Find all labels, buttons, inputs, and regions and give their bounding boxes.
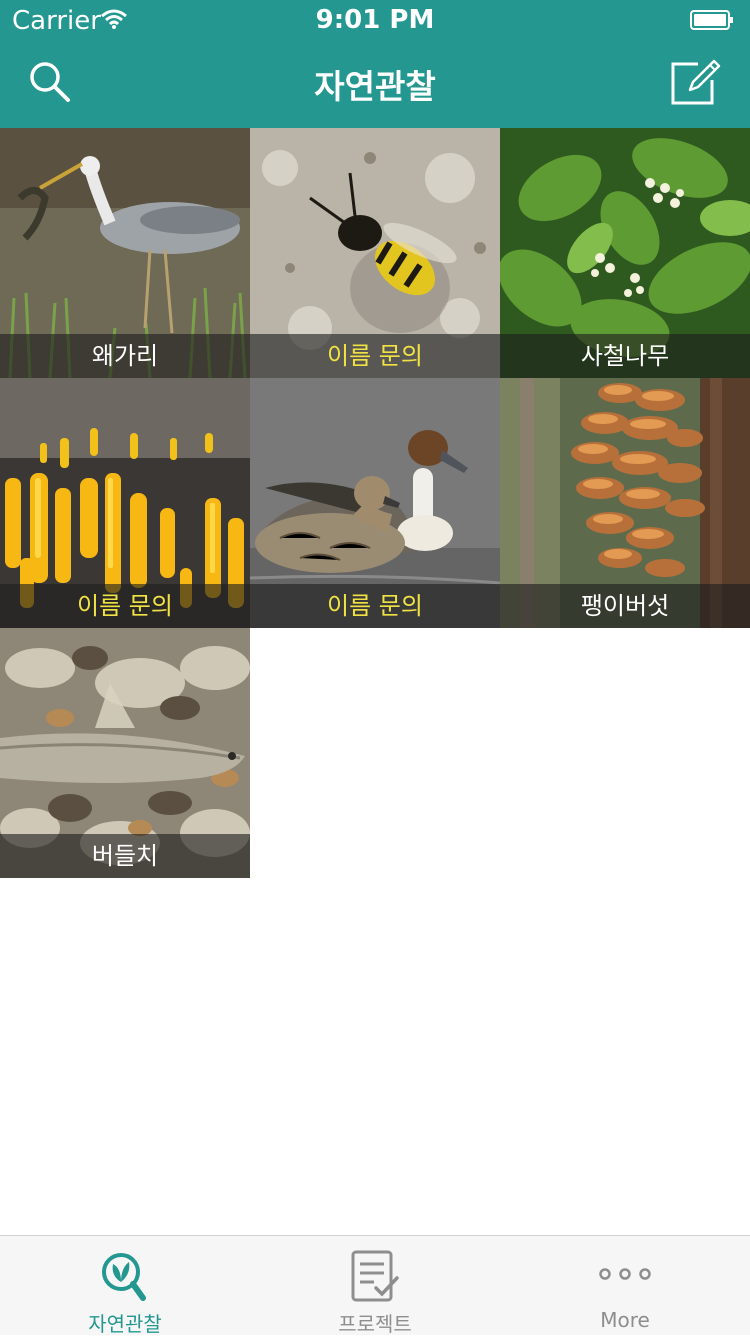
observation-label: 팽이버섯 <box>500 584 750 628</box>
page-title: 자연관찰 <box>314 67 436 106</box>
tab-project[interactable]: 프로젝트 <box>250 1236 500 1336</box>
checklist-icon <box>351 1250 399 1302</box>
tab-label: 프로젝트 <box>338 1312 412 1336</box>
status-time: 9:01 PM <box>315 5 435 35</box>
battery-icon <box>690 10 733 30</box>
more-dots-icon <box>599 1268 651 1280</box>
observation-tile[interactable]: 이름 문의 <box>250 378 500 628</box>
tab-nature-observation[interactable]: 자연관찰 <box>0 1236 250 1336</box>
observation-tile[interactable]: 버들치 <box>0 628 250 878</box>
tab-label: 자연관찰 <box>88 1312 162 1336</box>
observation-label: 이름 문의 <box>250 584 500 628</box>
nature-search-icon <box>102 1253 146 1301</box>
observation-label: 사철나무 <box>500 334 750 378</box>
observation-label: 왜가리 <box>0 334 250 378</box>
observation-tile[interactable]: 왜가리 <box>0 128 250 378</box>
compose-icon[interactable] <box>668 56 722 108</box>
status-bar: Carrier 9:01 PM <box>0 0 750 40</box>
observation-tile[interactable]: 이름 문의 <box>250 128 500 378</box>
observation-label: 이름 문의 <box>250 334 500 378</box>
tab-label: More <box>600 1308 650 1332</box>
observation-label: 이름 문의 <box>0 584 250 628</box>
observation-tile[interactable]: 팽이버섯 <box>500 378 750 628</box>
tab-more[interactable]: More <box>500 1236 750 1335</box>
observation-tile[interactable]: 이름 문의 <box>0 378 250 628</box>
tab-bar: 자연관찰 프로젝트 More <box>0 1235 750 1336</box>
observation-tile[interactable]: 사철나무 <box>500 128 750 378</box>
navigation-header: Carrier 9:01 PM 자연관찰 <box>0 0 750 128</box>
observation-label: 버들치 <box>0 834 250 878</box>
